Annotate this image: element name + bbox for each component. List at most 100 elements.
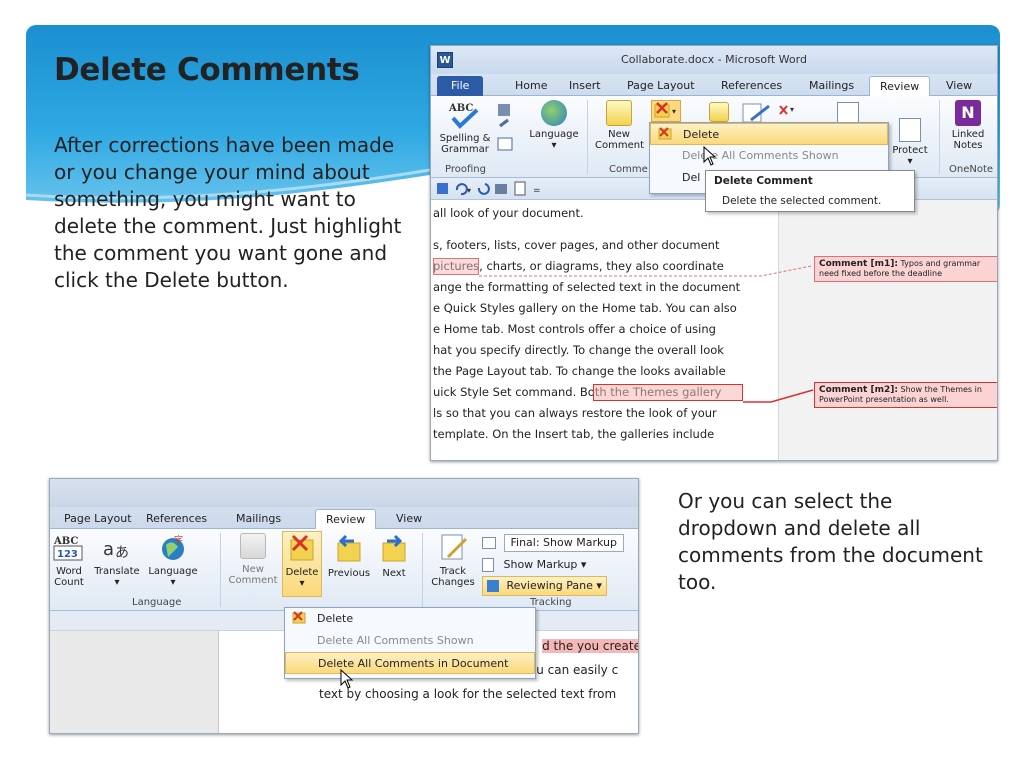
tab-view[interactable]: View [396,509,422,529]
spelling-label: Spelling & [439,133,491,144]
divider [220,533,221,607]
markup-icon: ▾ [779,105,794,115]
chevron-down-icon: ▾ [551,140,557,151]
svg-text:a: a [103,539,114,560]
comment-m2[interactable]: Comment [m2]: Show the Themes in PowerPo… [814,382,997,408]
menu-item-delete[interactable]: Delete [285,608,535,630]
reviewing-pane-button[interactable]: Reviewing Pane ▾ [482,576,607,596]
tab-review[interactable]: Review [869,76,931,96]
protect-button[interactable]: Protect ▾ [887,118,933,167]
track-changes-icon [742,103,770,123]
word-count-button[interactable]: ABC 123 Word Count [50,533,88,588]
ribbon-tabs: Page Layout References Mailings Review V… [50,507,638,529]
tab-mailings[interactable]: Mailings [236,509,281,529]
ribbon-tabs: File Home Insert Page Layout References … [431,74,997,96]
translate-icon: aあ [103,539,129,561]
slide-paragraph-2: Or you can select the dropdown and delet… [678,489,983,594]
quick-access-icons: ▾ = [437,181,541,196]
language-button[interactable]: 字 Language ▾ [146,533,200,588]
word-count-icon: ABC 123 [53,536,83,561]
comment-connector-lines [479,265,814,403]
svg-text:ABC: ABC [448,103,473,114]
show-markup-button[interactable]: Show Markup ▾ [482,555,586,575]
tab-view[interactable]: View [946,76,972,96]
previous-comment-button[interactable]: Previous [326,533,372,579]
new-label: New [608,129,630,140]
abc-check-icon: ABC [445,100,485,130]
next-comment-button[interactable]: Next [376,533,412,579]
research-button[interactable] [495,102,515,157]
doc-line: text by choosing a look for the selected… [319,687,617,701]
delete-dropdown-menu: Delete Delete All Comments Shown Delete … [284,607,536,679]
tab-mailings[interactable]: Mailings [809,76,854,96]
language-button[interactable]: Language ▾ [529,100,579,151]
markup-options-button[interactable]: ▾ [777,100,799,121]
group-language: Language [132,597,182,608]
tab-references[interactable]: References [721,76,782,96]
spelling-grammar-button[interactable]: ABC Spelling & Grammar [437,100,493,155]
word-app-icon[interactable]: W [437,52,453,68]
new-comment-button[interactable]: New Comment [226,533,280,586]
svg-text:ABC: ABC [53,536,78,547]
tooltip-title: Delete Comment [714,175,813,187]
language-label: Language [148,566,198,577]
track-changes-button[interactable]: Track Changes [428,533,478,588]
svg-text:▾: ▾ [467,186,471,195]
delete-button[interactable]: Delete ▾ [282,531,322,597]
chevron-down-icon: ▾ [907,156,913,167]
notes-label: Notes [953,140,983,151]
menu-item-delete-label: Delete [683,128,720,141]
protect-label: Protect [892,145,928,156]
translate-button[interactable]: aあ Translate ▾ [92,533,142,588]
group-proofing: Proofing [445,164,486,175]
tab-insert[interactable]: Insert [569,76,601,96]
group-onenote: OneNote [949,164,994,175]
display-for-review-select[interactable]: Final: Show Markup [482,533,624,553]
ribbon-review: ABC 123 Word Count aあ Translate ▾ 字 Langu… [50,529,638,611]
previous-icon [709,102,729,122]
slide-title: Delete Comments [54,52,360,88]
comment-m1-label: Comment [m1]: [819,259,898,269]
tab-file[interactable]: File [437,76,484,96]
new-label: New [242,564,264,575]
menu-item-del-partial-label: Del [682,171,701,184]
document-icon [482,558,494,572]
tab-home[interactable]: Home [515,76,547,96]
menu-item-delete-label: Delete [317,612,354,625]
translate-label: Translate [94,566,140,577]
window-title: Collaborate.docx - Microsoft Word [621,53,807,66]
tab-references[interactable]: References [146,509,207,529]
next-label: Next [382,568,406,579]
count-label: Count [54,577,84,588]
language-globe-icon: 字 [162,534,184,560]
menu-item-delete-all-doc[interactable]: Delete All Comments in Document [285,652,535,674]
tab-page-layout[interactable]: Page Layout [627,76,695,96]
window-titlebar [50,479,638,507]
document-area[interactable]: all look of your document. s, footers, l… [431,200,997,460]
delete-split-button[interactable]: ▾ [651,100,681,122]
mouse-cursor-icon [703,146,717,166]
research-icon [497,104,513,151]
menu-item-delete-all-shown[interactable]: Delete All Comments Shown [650,145,888,167]
changes-label: Changes [431,577,475,588]
menu-item-delete-all-shown[interactable]: Delete All Comments Shown [285,630,535,652]
comment-m1[interactable]: Comment [m1]: Typos and grammar need fix… [814,256,997,282]
delete-comment-icon: ▾ [654,102,676,118]
svg-text:あ: あ [115,545,129,561]
delete-comment-icon [290,534,314,561]
lock-document-icon [899,118,921,142]
doc-highlight: d the you create [542,639,639,653]
linked-notes-button[interactable]: N Linked Notes [943,100,993,151]
new-comment-icon [240,533,266,559]
tab-review[interactable]: Review [315,509,377,529]
new-comment-button[interactable]: New Comment [595,100,644,151]
display-for-review-value: Final: Show Markup [503,534,624,552]
comment-label: Comment [228,575,278,586]
grammar-label: Grammar [441,144,489,155]
menu-item-delete-all-shown-label: Delete All Comments Shown [317,634,474,647]
reviewing-pane-label: Reviewing Pane [506,579,593,592]
tab-page-layout[interactable]: Page Layout [64,509,132,529]
linked-label: Linked [951,129,985,140]
menu-item-delete[interactable]: Delete [650,123,888,145]
svg-text:=: = [533,186,541,196]
